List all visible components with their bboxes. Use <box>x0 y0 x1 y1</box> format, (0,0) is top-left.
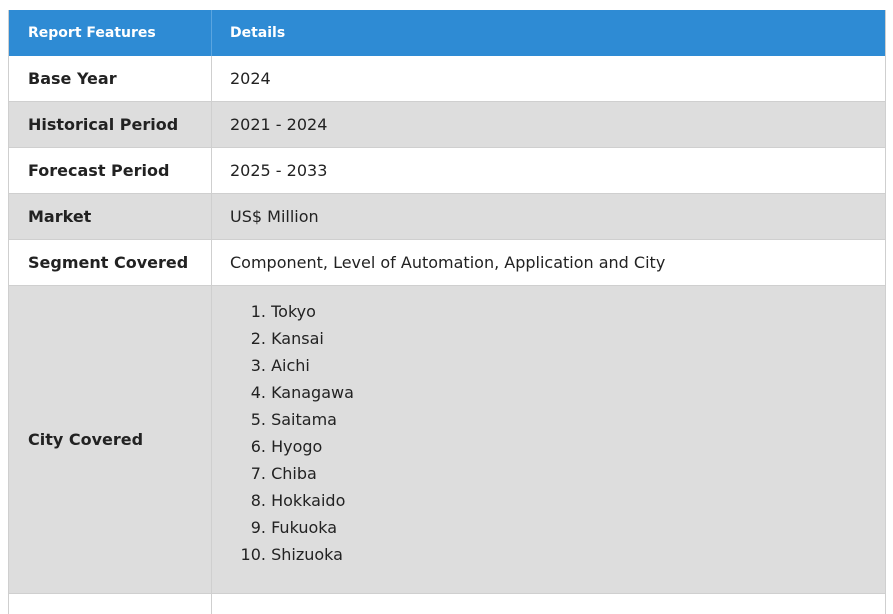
city-name: Saitama <box>271 410 337 429</box>
list-item: 8. Hokkaido <box>230 487 354 514</box>
row-label-segment-covered: Segment Covered <box>9 240 212 285</box>
city-name: Kanagawa <box>271 383 354 402</box>
list-item: 6. Hyogo <box>230 433 354 460</box>
row-label-city-covered: City Covered <box>9 286 212 593</box>
list-item: 2. Kansai <box>230 325 354 352</box>
city-number: 8. <box>250 491 266 510</box>
table-row: Historical Period 2021 - 2024 <box>9 102 885 148</box>
city-name: Hokkaido <box>271 491 346 510</box>
city-number: 6. <box>250 437 266 456</box>
city-name: Chiba <box>271 464 317 483</box>
row-value-base-year: 2024 <box>230 69 271 88</box>
list-item: 9. Fukuoka <box>230 514 354 541</box>
city-list: 1. Tokyo 2. Kansai 3. Aichi 4. Kanagawa … <box>230 286 354 568</box>
table-row: Forecast Period 2025 - 2033 <box>9 148 885 194</box>
city-number: 3. <box>250 356 266 375</box>
row-value-empty <box>212 594 885 614</box>
row-value-market: US$ Million <box>230 207 319 226</box>
list-item: 5. Saitama <box>230 406 354 433</box>
table-row: Segment Covered Component, Level of Auto… <box>9 240 885 286</box>
table-row-city-covered: City Covered 1. Tokyo 2. Kansai 3. Aichi… <box>9 286 885 594</box>
list-item: 3. Aichi <box>230 352 354 379</box>
row-label-empty <box>9 594 212 614</box>
table-row: Base Year 2024 <box>9 56 885 102</box>
table-row: Market US$ Million <box>9 194 885 240</box>
city-name: Aichi <box>271 356 310 375</box>
list-item: 7. Chiba <box>230 460 354 487</box>
city-name: Fukuoka <box>271 518 338 537</box>
row-value-segment-covered: Component, Level of Automation, Applicat… <box>230 253 666 272</box>
header-details: Details <box>230 25 286 41</box>
report-features-table: Report Features Details Base Year 2024 H… <box>8 10 886 614</box>
row-label-base-year: Base Year <box>9 56 212 101</box>
row-label-forecast-period: Forecast Period <box>9 148 212 193</box>
header-report-features: Report Features <box>9 10 212 56</box>
row-value-forecast-period: 2025 - 2033 <box>230 161 328 180</box>
city-number: 4. <box>250 383 266 402</box>
city-number: 5. <box>250 410 266 429</box>
row-value-city-list: 1. Tokyo 2. Kansai 3. Aichi 4. Kanagawa … <box>212 286 885 593</box>
table-row-partial <box>9 594 885 614</box>
city-number: 10. <box>240 545 266 564</box>
city-number: 9. <box>250 518 266 537</box>
list-item: 1. Tokyo <box>230 298 354 325</box>
table-header-row: Report Features Details <box>9 10 885 56</box>
city-name: Tokyo <box>271 302 316 321</box>
list-item: 4. Kanagawa <box>230 379 354 406</box>
row-label-historical-period: Historical Period <box>9 102 212 147</box>
list-item: 10. Shizuoka <box>230 541 354 568</box>
city-name: Hyogo <box>271 437 323 456</box>
row-label-market: Market <box>9 194 212 239</box>
city-name: Kansai <box>271 329 324 348</box>
city-number: 2. <box>250 329 266 348</box>
city-number: 7. <box>250 464 266 483</box>
row-value-historical-period: 2021 - 2024 <box>230 115 328 134</box>
city-number: 1. <box>250 302 266 321</box>
city-name: Shizuoka <box>271 545 343 564</box>
